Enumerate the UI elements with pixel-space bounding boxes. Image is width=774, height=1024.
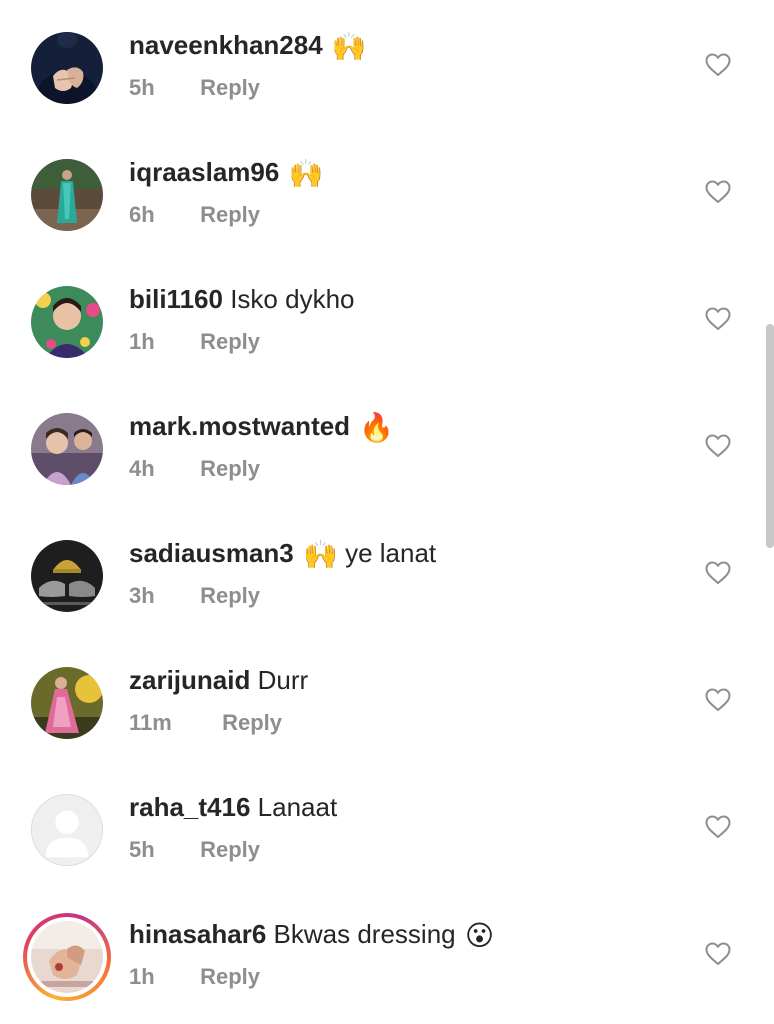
comment-username[interactable]: bili1160 — [129, 284, 223, 314]
heart-outline-icon — [705, 180, 731, 203]
reply-button[interactable]: Reply — [200, 329, 260, 354]
heart-outline-icon — [705, 434, 731, 457]
comment-line: raha_t416 Lanaat — [129, 790, 337, 824]
comment-emoji: 🔥 — [359, 412, 395, 443]
comment-item: mark.mostwanted 🔥 4h Reply — [0, 381, 774, 508]
avatar[interactable] — [31, 159, 103, 231]
avatar[interactable] — [31, 794, 103, 866]
like-button[interactable] — [705, 307, 731, 331]
like-button[interactable] — [705, 180, 731, 204]
comment-text: Lanaat — [257, 792, 338, 822]
comment-meta: 6h Reply — [129, 200, 260, 230]
scrollbar-thumb[interactable] — [766, 324, 774, 548]
comment-timestamp: 5h — [129, 837, 155, 862]
heart-outline-icon — [705, 688, 731, 711]
comment-meta: 5h Reply — [129, 73, 260, 103]
comment-timestamp: 1h — [129, 964, 155, 989]
comment-meta: 1h Reply — [129, 327, 260, 357]
comment-text: Bkwas dressing — [273, 919, 456, 949]
avatar[interactable] — [31, 413, 103, 485]
comment-emoji: 😮 — [464, 920, 495, 951]
heart-outline-icon — [705, 561, 731, 584]
avatar[interactable] — [31, 667, 103, 739]
comment-meta: 4h Reply — [129, 454, 260, 484]
reply-button[interactable]: Reply — [200, 75, 260, 100]
avatar-photo — [31, 413, 103, 485]
comment-item: bili1160 Isko dykho 1h Reply — [0, 254, 774, 381]
scrollbar[interactable] — [764, 0, 774, 1024]
avatar — [31, 921, 103, 993]
avatar-photo — [31, 921, 103, 993]
comment-meta: 3h Reply — [129, 581, 260, 611]
like-button[interactable] — [705, 561, 731, 585]
comment-item: iqraaslam96 🙌 6h Reply — [0, 127, 774, 254]
avatar-photo — [31, 540, 103, 612]
avatar[interactable] — [31, 540, 103, 612]
comment-username[interactable]: raha_t416 — [129, 792, 250, 822]
comment-item: naveenkhan284 🙌 5h Reply — [0, 0, 774, 127]
comment-item: raha_t416 Lanaat 5h Reply — [0, 762, 774, 889]
avatar-photo — [31, 286, 103, 358]
comment-item: sadiausman3 🙌 ye lanat 3h Reply — [0, 508, 774, 635]
comment-timestamp: 1h — [129, 329, 155, 354]
like-button[interactable] — [705, 688, 731, 712]
like-button[interactable] — [705, 53, 731, 77]
heart-outline-icon — [705, 307, 731, 330]
reply-button[interactable]: Reply — [200, 837, 260, 862]
like-button[interactable] — [705, 815, 731, 839]
comment-timestamp: 4h — [129, 456, 155, 481]
comment-text: ye lanat — [345, 538, 437, 568]
comment-line: hinasahar6 Bkwas dressing 😮 — [129, 917, 494, 953]
comment-line: naveenkhan284 🙌 — [129, 28, 367, 64]
comment-meta: 5h Reply — [129, 835, 260, 865]
comment-meta: 1h Reply — [129, 962, 260, 992]
comment-username[interactable]: naveenkhan284 — [129, 30, 323, 60]
reply-button[interactable]: Reply — [200, 456, 260, 481]
comment-username[interactable]: iqraaslam96 — [129, 157, 279, 187]
comment-line: mark.mostwanted 🔥 — [129, 409, 394, 445]
comment-emoji: 🙌 — [331, 31, 367, 62]
comment-item: zarijunaid Durr 11m Reply — [0, 635, 774, 762]
comment-line: sadiausman3 🙌 ye lanat — [129, 536, 436, 572]
comment-username[interactable]: mark.mostwanted — [129, 411, 350, 441]
avatar[interactable] — [31, 32, 103, 104]
avatar-photo — [31, 32, 103, 104]
heart-outline-icon — [705, 815, 731, 838]
comment-timestamp: 5h — [129, 75, 155, 100]
comment-username[interactable]: zarijunaid — [129, 665, 250, 695]
comment-username[interactable]: sadiausman3 — [129, 538, 294, 568]
default-avatar-icon — [32, 795, 102, 865]
comment-username[interactable]: hinasahar6 — [129, 919, 266, 949]
like-button[interactable] — [705, 942, 731, 966]
comment-emoji: 🙌 — [302, 539, 338, 570]
comment-line: bili1160 Isko dykho — [129, 282, 355, 316]
comment-timestamp: 11m — [129, 710, 172, 735]
comment-timestamp: 6h — [129, 202, 155, 227]
avatar-photo — [31, 159, 103, 231]
comment-text: Durr — [257, 665, 309, 695]
heart-outline-icon — [705, 53, 731, 76]
like-button[interactable] — [705, 434, 731, 458]
avatar-ring-gap — [27, 917, 107, 997]
avatar[interactable] — [31, 286, 103, 358]
comment-timestamp: 3h — [129, 583, 155, 608]
comment-list: naveenkhan284 🙌 5h Reply iqraaslam96 🙌 6… — [0, 0, 774, 1024]
reply-button[interactable]: Reply — [200, 583, 260, 608]
comment-text: Isko dykho — [230, 284, 355, 314]
avatar-photo — [31, 667, 103, 739]
comment-line: zarijunaid Durr — [129, 663, 308, 697]
comment-line: iqraaslam96 🙌 — [129, 155, 323, 191]
comment-emoji: 🙌 — [288, 158, 324, 189]
reply-button[interactable]: Reply — [200, 202, 260, 227]
heart-outline-icon — [705, 942, 731, 965]
comment-meta: 11m Reply — [129, 708, 282, 738]
reply-button[interactable]: Reply — [222, 710, 282, 735]
comment-item: hinasahar6 Bkwas dressing 😮 1h Reply — [0, 889, 774, 1016]
avatar-story-ring[interactable] — [23, 913, 111, 1001]
reply-button[interactable]: Reply — [200, 964, 260, 989]
